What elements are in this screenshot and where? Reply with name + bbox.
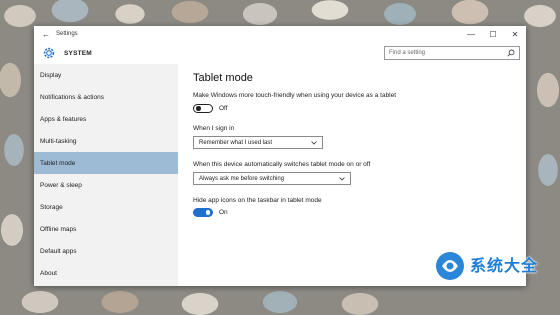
search-input[interactable]: Find a setting: [384, 46, 520, 60]
main-content: Tablet mode Make Windows more touch-frie…: [193, 72, 513, 217]
search-icon[interactable]: [507, 49, 515, 57]
watermark-text: 系统大全: [470, 256, 539, 275]
toggle-knob: [196, 106, 201, 111]
site-watermark: 系统大全: [424, 240, 560, 315]
chevron-down-icon: [311, 140, 317, 145]
touch-friendly-description: Make Windows more touch-friendly when us…: [193, 92, 397, 99]
sidebar-item-notifications[interactable]: Notifications & actions: [34, 86, 178, 108]
sidebar-item-about[interactable]: About: [34, 262, 178, 284]
gear-icon: [42, 46, 56, 60]
sidebar-item-power-sleep[interactable]: Power & sleep: [34, 174, 178, 196]
hide-icons-label: Hide app icons on the taskbar in tablet …: [193, 197, 322, 204]
hide-icons-toggle-row: On: [193, 208, 513, 217]
chevron-down-icon: [339, 176, 345, 181]
sidebar-item-storage[interactable]: Storage: [34, 196, 178, 218]
window-title: Settings: [56, 31, 78, 37]
signin-label: When I sign in: [193, 125, 235, 132]
touch-friendly-toggle[interactable]: [193, 104, 213, 113]
sidebar: Display Notifications & actions Apps & f…: [34, 64, 178, 286]
section-title: SYSTEM: [64, 49, 92, 57]
settings-header: SYSTEM Find a setting: [34, 42, 526, 64]
minimize-button[interactable]: —: [460, 30, 482, 39]
sidebar-item-default-apps[interactable]: Default apps: [34, 240, 178, 262]
switch-dropdown[interactable]: Always ask me before switching: [193, 172, 351, 185]
sidebar-item-display[interactable]: Display: [34, 64, 178, 86]
page-title: Tablet mode: [193, 72, 253, 84]
touch-friendly-toggle-state: Off: [219, 105, 228, 112]
switch-dropdown-value: Always ask me before switching: [199, 175, 285, 182]
back-arrow-icon[interactable]: ←: [42, 30, 56, 39]
sidebar-item-offline-maps[interactable]: Offline maps: [34, 218, 178, 240]
watermark-logo-icon: [433, 249, 467, 283]
maximize-button[interactable]: ☐: [482, 30, 504, 39]
title-bar: ← Settings — ☐ ✕: [34, 26, 526, 42]
hide-icons-toggle[interactable]: [193, 208, 213, 217]
sidebar-item-tablet-mode[interactable]: Tablet mode: [34, 152, 178, 174]
sidebar-item-apps-features[interactable]: Apps & features: [34, 108, 178, 130]
close-button[interactable]: ✕: [504, 30, 526, 39]
hide-icons-toggle-state: On: [219, 209, 228, 216]
search-placeholder: Find a setting: [389, 50, 426, 56]
switch-label: When this device automatically switches …: [193, 161, 371, 168]
sidebar-item-multitasking[interactable]: Multi-tasking: [34, 130, 178, 152]
signin-dropdown[interactable]: Remember what I used last: [193, 136, 323, 149]
toggle-knob: [205, 210, 210, 215]
signin-dropdown-value: Remember what I used last: [199, 139, 273, 146]
touch-friendly-toggle-row: Off: [193, 104, 513, 113]
